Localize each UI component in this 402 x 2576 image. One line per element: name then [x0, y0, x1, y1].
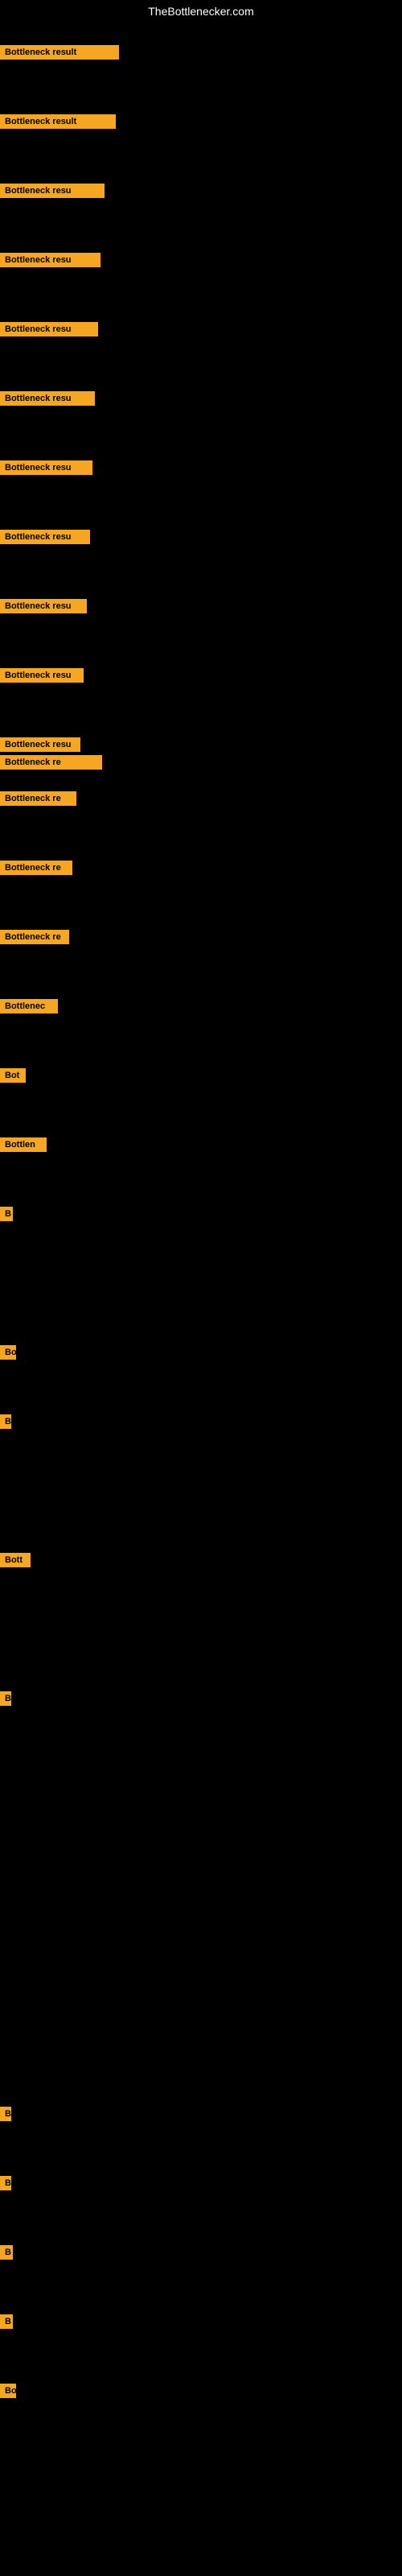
bottleneck-result-badge: Bottleneck result: [0, 45, 119, 60]
bottleneck-result-badge: Bottleneck result: [0, 114, 116, 129]
bottleneck-result-badge: Bottleneck resu: [0, 184, 105, 198]
bottleneck-result-badge: Bottleneck resu: [0, 737, 80, 752]
bottleneck-result-badge: Bottleneck resu: [0, 530, 90, 544]
bottleneck-result-badge: Bottleneck re: [0, 861, 72, 875]
bottleneck-result-badge: Bottleneck re: [0, 930, 69, 944]
bottleneck-result-badge: Bo: [0, 1345, 16, 1360]
bottleneck-result-badge: B: [0, 1414, 11, 1429]
bottleneck-result-badge: Bottleneck resu: [0, 599, 87, 613]
bottleneck-result-badge: B: [0, 2314, 13, 2329]
bottleneck-result-badge: Bottleneck resu: [0, 253, 100, 267]
bottleneck-result-badge: B: [0, 2176, 11, 2190]
bottleneck-result-badge: B: [0, 1207, 13, 1221]
bottleneck-result-badge: Bottleneck resu: [0, 391, 95, 406]
bottleneck-result-badge: Bottleneck re: [0, 791, 76, 806]
bottleneck-result-badge: B: [0, 1691, 11, 1706]
bottleneck-result-badge: B: [0, 2245, 13, 2260]
bottleneck-result-badge: Bo: [0, 2384, 16, 2398]
bottleneck-result-badge: Bottlenec: [0, 999, 58, 1013]
bottleneck-result-badge: Bot: [0, 1068, 26, 1083]
bottleneck-result-badge: Bottleneck resu: [0, 460, 92, 475]
bottleneck-result-badge: B: [0, 2107, 11, 2121]
site-title: TheBottlenecker.com: [0, 0, 402, 23]
bottleneck-result-badge: Bottleneck resu: [0, 668, 84, 683]
bottleneck-result-badge: Bottlen: [0, 1137, 47, 1152]
bottleneck-result-badge: Bottleneck resu: [0, 322, 98, 336]
bottleneck-result-badge: Bott: [0, 1553, 31, 1567]
bottleneck-result-badge: Bottleneck re: [0, 755, 102, 770]
